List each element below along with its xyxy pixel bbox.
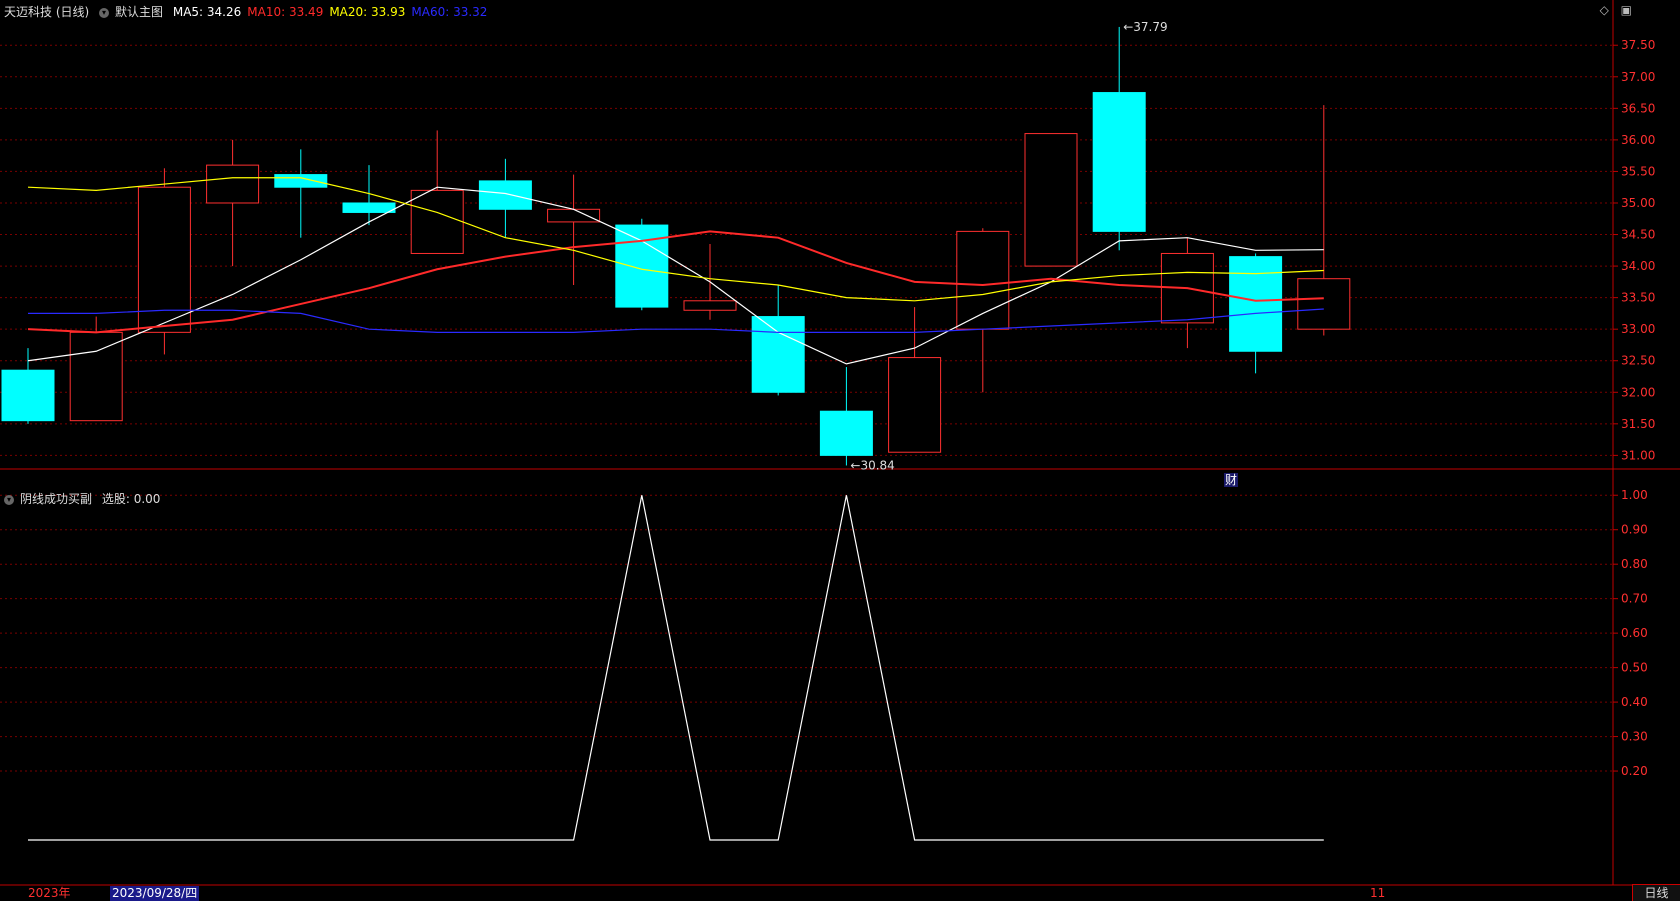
- diamond-icon[interactable]: ◇: [1600, 3, 1609, 17]
- ma-value-3: MA60: 33.32: [411, 5, 488, 19]
- candle-body: [888, 357, 942, 453]
- ma-value-0: MA5: 34.26: [172, 5, 242, 19]
- price-tick-label: 36.00: [1621, 133, 1655, 147]
- price-tick-label: 37.50: [1621, 38, 1655, 52]
- candle-body: [956, 230, 1010, 330]
- price-tick-label: 34.50: [1621, 228, 1655, 242]
- indicator-tick-label: 0.30: [1621, 730, 1648, 744]
- extreme-label: ←37.79: [1123, 20, 1167, 34]
- candle-body: [1024, 133, 1078, 267]
- ma-value-2: MA20: 33.93: [329, 5, 406, 19]
- chart-canvas: 31.00 31.50 32.00 32.50 33.00 33.50 34.00 34.50…: [0, 0, 1680, 886]
- price-tick-label: 37.00: [1621, 70, 1655, 84]
- candle-body: [69, 331, 123, 422]
- indicator-tick-label: 0.40: [1621, 695, 1648, 709]
- candle-body: [274, 174, 328, 188]
- extreme-label: ←30.84: [850, 458, 894, 472]
- stock-name[interactable]: 天迈科技 (日线): [4, 5, 89, 19]
- main-chart-label[interactable]: 默认主图: [115, 5, 163, 19]
- candle-body: [1, 369, 55, 422]
- candle-body: [1297, 278, 1351, 330]
- window-controls: ◇ ▣: [1592, 3, 1632, 17]
- indicator-tick-label: 1.00: [1621, 488, 1648, 502]
- candle-body: [206, 164, 260, 204]
- candle-body: [751, 316, 805, 393]
- indicator-name[interactable]: 阴线成功买副: [20, 492, 92, 506]
- indicator-value: 选股: 0.00: [101, 492, 161, 506]
- price-tick-label: 31.00: [1621, 448, 1655, 462]
- candle-body: [1229, 256, 1283, 352]
- ma-value-1: MA10: 33.49: [247, 5, 324, 19]
- candle-body: [1092, 92, 1146, 232]
- price-tick-label: 31.50: [1621, 417, 1655, 431]
- candle-body: [478, 180, 532, 210]
- indicator-tick-label: 0.80: [1621, 557, 1648, 571]
- candle-body: [819, 410, 873, 456]
- candle-body: [683, 300, 737, 311]
- main-chart-header: 天迈科技 (日线) ▾ 默认主图 MA5: 34.26 MA10: 33.49 MA2…: [4, 4, 499, 20]
- price-tick-label: 35.00: [1621, 196, 1655, 210]
- price-tick-label: 32.00: [1621, 385, 1655, 399]
- window-icon[interactable]: ▣: [1621, 3, 1632, 17]
- year-label: 2023年: [28, 886, 71, 900]
- indicator-tick-label: 0.20: [1621, 764, 1648, 778]
- period-button[interactable]: 日线: [1632, 884, 1680, 901]
- price-tick-label: 33.50: [1621, 291, 1655, 305]
- dropdown-icon[interactable]: ▾: [4, 494, 14, 505]
- end-date-label: 11: [1370, 886, 1386, 900]
- price-tick-label: 36.50: [1621, 101, 1655, 115]
- finance-marker[interactable]: 财: [1224, 473, 1239, 487]
- indicator-header: ▾ 阴线成功买副 选股: 0.00: [4, 491, 166, 507]
- price-tick-label: 35.50: [1621, 164, 1655, 178]
- indicator-tick-label: 0.50: [1621, 661, 1648, 675]
- price-tick-label: 34.00: [1621, 259, 1655, 273]
- indicator-tick-label: 0.70: [1621, 592, 1648, 606]
- price-tick-label: 33.00: [1621, 322, 1655, 336]
- ma-values: MA5: 34.26 MA10: 33.49 MA20: 33.93 MA60: 33…: [173, 5, 494, 19]
- cursor-date-label: 2023/09/28/四: [110, 886, 200, 901]
- indicator-line: [28, 495, 1324, 841]
- ma-line-ma10: [27, 230, 1324, 334]
- price-tick-label: 32.50: [1621, 354, 1655, 368]
- candle-body: [547, 208, 601, 223]
- candle-body: [342, 202, 396, 213]
- indicator-tick-label: 0.60: [1621, 626, 1648, 640]
- candle-body: [410, 189, 464, 254]
- indicator-tick-label: 0.90: [1621, 523, 1648, 537]
- dropdown-icon[interactable]: ▾: [99, 7, 110, 18]
